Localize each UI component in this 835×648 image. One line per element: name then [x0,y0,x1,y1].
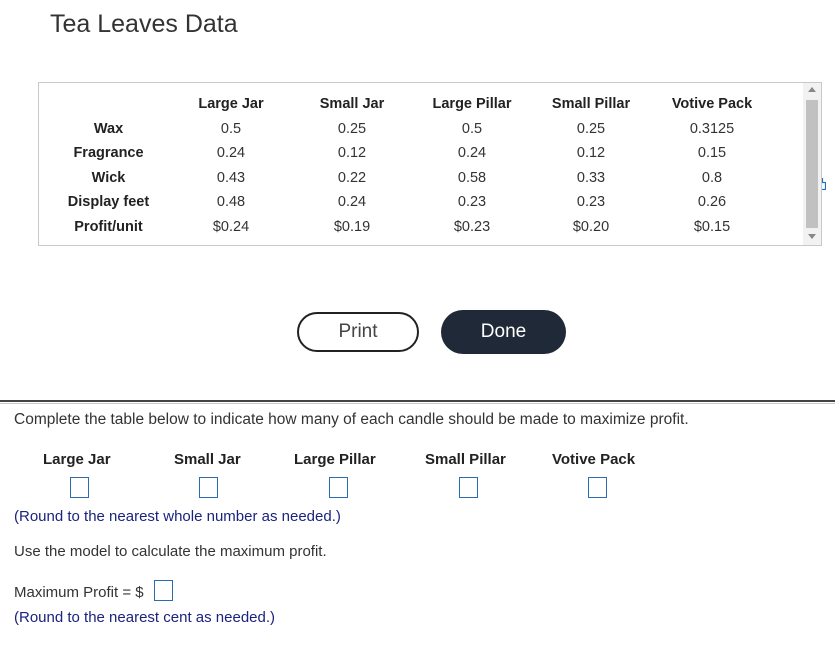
table-row: Wax 0.5 0.25 0.5 0.25 0.3125 [39,117,766,142]
table-cell: 0.26 [697,194,727,211]
max-profit-input[interactable] [154,580,173,601]
scroll-up-arrow-icon[interactable] [808,87,816,92]
rounding-note: (Round to the nearest whole number as ne… [14,508,341,525]
model-prompt: Use the model to calculate the maximum p… [14,543,327,560]
answer-column-label: Small Pillar [425,451,506,468]
table-cell: 0.23 [576,194,606,211]
column-header: Small Jar [319,96,385,113]
print-button[interactable]: Print [297,312,419,352]
table-cell: $0.20 [572,218,610,235]
table-cell: 0.5 [220,120,242,137]
row-label: Profit/unit [74,218,143,235]
row-label: Display feet [67,194,150,211]
table-cell: 0.5 [461,120,483,137]
table-row: Wick 0.43 0.22 0.58 0.33 0.8 [39,166,766,191]
table-cell: 0.48 [216,194,246,211]
done-button[interactable]: Done [441,310,566,354]
table-row: Fragrance 0.24 0.12 0.24 0.12 0.15 [39,141,766,166]
large-pillar-input[interactable] [329,477,348,498]
table-cell: 0.12 [337,145,367,162]
table-cell: 0.8 [701,169,723,186]
table-row: Profit/unit $0.24 $0.19 $0.23 $0.20 $0.1… [39,215,766,240]
tea-leaves-table: Large Jar Small Jar Large Pillar Small P… [39,92,766,239]
corner-cell [39,92,178,117]
table-cell: 0.24 [457,145,487,162]
table-cell: 0.15 [697,145,727,162]
table-cell: 0.23 [457,194,487,211]
column-header: Large Pillar [432,96,512,113]
scroll-thumb[interactable] [806,100,818,228]
table-cell: 0.33 [576,169,606,186]
table-cell: $0.24 [212,218,250,235]
answer-column-label: Large Pillar [294,451,376,468]
large-jar-input[interactable] [70,477,89,498]
column-header: Small Pillar [551,96,631,113]
question-instruction: Complete the table below to indicate how… [14,411,689,428]
answer-column-label: Votive Pack [552,451,636,468]
vertical-scrollbar[interactable] [803,82,822,246]
section-divider [0,400,835,402]
table-cell: 0.22 [337,169,367,186]
column-header: Votive Pack [671,96,753,113]
table-cell: 0.25 [576,120,606,137]
table-cell: 0.24 [216,145,246,162]
scroll-down-arrow-icon[interactable] [808,234,816,239]
dialog-title: Tea Leaves Data [50,10,238,38]
max-profit-label: Maximum Profit = $ [14,584,144,601]
table-cell: 0.25 [337,120,367,137]
table-cell: $0.19 [333,218,371,235]
table-header-row: Large Jar Small Jar Large Pillar Small P… [39,92,766,117]
table-row: Display feet 0.48 0.24 0.23 0.23 0.26 [39,190,766,215]
row-label: Wax [93,120,124,137]
row-label: Wick [91,169,126,186]
row-label: Fragrance [73,145,144,162]
small-pillar-input[interactable] [459,477,478,498]
table-cell: 0.43 [216,169,246,186]
table-cell: 0.3125 [689,120,735,137]
table-cell: $0.23 [453,218,491,235]
section-divider-shadow [0,403,835,404]
answer-column-label: Small Jar [174,451,241,468]
data-table-panel: Large Jar Small Jar Large Pillar Small P… [38,82,826,246]
rounding-note: (Round to the nearest cent as needed.) [14,609,276,626]
column-header: Large Jar [198,96,264,113]
table-cell: 0.24 [337,194,367,211]
table-cell: 0.58 [457,169,487,186]
small-jar-input[interactable] [199,477,218,498]
votive-pack-input[interactable] [588,477,607,498]
table-cell: $0.15 [693,218,731,235]
table-cell: 0.12 [576,145,606,162]
answer-column-label: Large Jar [43,451,111,468]
